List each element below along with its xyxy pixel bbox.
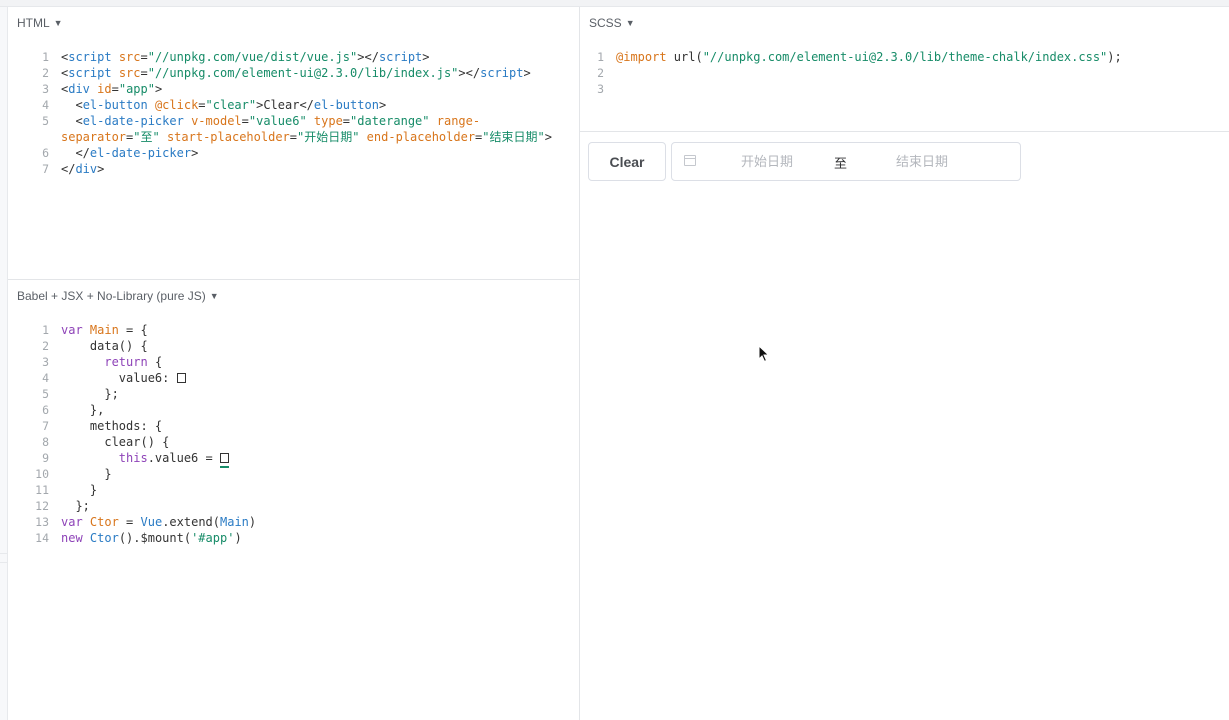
js-editor-pane[interactable]: Babel + JSX + No-Library (pure JS) ▼ 1 var…	[8, 280, 580, 720]
start-date-input[interactable]	[712, 151, 822, 173]
empty-array-glyph	[176, 373, 186, 383]
range-separator: 至	[834, 157, 848, 172]
dropdown-caret-icon[interactable]: ▼	[626, 18, 635, 28]
dropdown-caret-icon[interactable]: ▼	[54, 18, 63, 28]
result-preview-pane: Clear 至	[580, 132, 1229, 720]
left-gutter	[0, 7, 8, 720]
js-pane-label: Babel + JSX + No-Library (pure JS)	[17, 289, 206, 303]
empty-array-glyph	[219, 453, 229, 463]
scss-pane-label: SCSS	[589, 16, 622, 30]
calendar-icon	[684, 155, 696, 166]
date-range-picker[interactable]: 至	[671, 142, 1021, 181]
top-border	[0, 0, 1229, 7]
scss-editor-pane[interactable]: SCSS ▼ 1 @import url("//unpkg.com/element-…	[580, 7, 1229, 132]
html-pane-label: HTML	[17, 16, 50, 30]
clear-button[interactable]: Clear	[588, 142, 666, 181]
html-editor-pane[interactable]: HTML ▼ 1 <script src="//unpkg.com/vue/dist…	[8, 7, 580, 280]
scss-pane-selector[interactable]: SCSS ▼	[589, 16, 635, 30]
html-pane-selector[interactable]: HTML ▼	[17, 16, 63, 30]
gutter-marker	[0, 553, 7, 563]
end-date-input[interactable]	[867, 151, 977, 173]
dropdown-caret-icon[interactable]: ▼	[210, 291, 219, 301]
js-pane-selector[interactable]: Babel + JSX + No-Library (pure JS) ▼	[17, 289, 219, 303]
mouse-pointer-icon	[758, 345, 770, 363]
